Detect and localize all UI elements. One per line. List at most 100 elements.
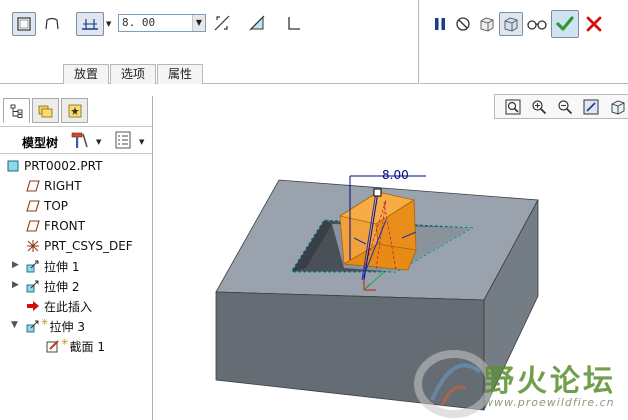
tree-item-label: TOP xyxy=(44,199,69,213)
repaint-button[interactable] xyxy=(581,97,601,117)
tree-item-csys[interactable]: PRT_CSYS_DEF xyxy=(26,237,133,255)
dashboard-tabs: 放置 选项 属性 xyxy=(63,64,204,84)
tools-hammer-icon xyxy=(71,132,88,148)
tree-item-label: 在此插入 xyxy=(44,299,93,314)
glasses-icon xyxy=(527,20,547,30)
refit-icon xyxy=(505,99,521,115)
collapse-toggle-icon[interactable]: ▼ xyxy=(11,320,18,330)
zoom-out-button[interactable] xyxy=(555,97,575,117)
dashboard-main-area: ▼ 8. 00 ▼ 放置 选项 属性 xyxy=(0,0,419,84)
watermark-title: 野火论坛 xyxy=(484,364,616,399)
tab-properties[interactable]: 属性 xyxy=(157,64,204,84)
navigator-tabs xyxy=(3,98,90,124)
extrude-dashboard: ▼ 8. 00 ▼ 放置 选项 属性 xyxy=(0,0,628,86)
depth-dimension-label[interactable]: 8.00 xyxy=(382,168,409,182)
pause-button[interactable] xyxy=(428,12,452,36)
tree-settings-dropdown-icon[interactable]: ▼ xyxy=(96,138,101,146)
tab-options[interactable]: 选项 xyxy=(110,64,157,84)
no-preview-icon xyxy=(456,17,470,31)
tab-model-tree[interactable] xyxy=(3,98,30,123)
tree-item-label: 拉伸 2 xyxy=(44,279,80,294)
model-tree-header: 模型树 ▼ ▼ xyxy=(0,126,152,154)
depth-value-combo[interactable]: 8. 00 ▼ xyxy=(118,14,206,32)
flip-direction-button[interactable] xyxy=(210,11,234,35)
tree-item-top-plane[interactable]: TOP xyxy=(26,197,68,215)
pause-icon xyxy=(435,18,445,30)
tree-item-extrude-1[interactable]: 拉伸 1 xyxy=(26,257,79,275)
expand-toggle-icon[interactable]: ▶ xyxy=(12,280,19,290)
watermark-url: www.proewildfire.cn xyxy=(484,396,615,409)
blind-depth-icon xyxy=(82,19,98,30)
tree-item-extrude-3[interactable]: ✳ 拉伸 3 xyxy=(26,317,85,335)
base-block-front-face xyxy=(215,291,485,411)
repaint-icon xyxy=(583,99,599,115)
tree-item-label: 拉伸 1 xyxy=(44,259,80,274)
tab-favorites[interactable] xyxy=(61,98,88,123)
active-feature-star-icon: ✳ xyxy=(41,318,49,328)
dynamic-preview-button[interactable] xyxy=(499,12,523,36)
tree-item-right-plane[interactable]: RIGHT xyxy=(26,177,82,195)
tree-settings-button[interactable] xyxy=(70,131,90,152)
graphics-window[interactable]: 8.00 野火论坛 www.proewildfire.cn xyxy=(154,120,628,420)
model-tree-icon xyxy=(10,104,22,118)
shaded-cube-icon xyxy=(611,100,625,115)
tree-item-label: PRT_CSYS_DEF xyxy=(44,239,133,253)
navigator-panel: 模型树 ▼ ▼ PRT0002.PRT RIGHT TOP FRONT PRT_… xyxy=(0,96,153,420)
tree-item-label: PRT0002.PRT xyxy=(24,159,103,173)
zoom-out-icon xyxy=(558,100,573,115)
no-preview-button[interactable] xyxy=(451,12,475,36)
tab-folder-browser[interactable] xyxy=(32,98,59,123)
shading-button[interactable] xyxy=(607,97,627,117)
part-icon xyxy=(6,159,20,173)
remove-material-button[interactable] xyxy=(245,11,269,35)
tab-placement[interactable]: 放置 xyxy=(63,64,110,84)
tree-item-extrude-2[interactable]: 拉伸 2 xyxy=(26,277,79,295)
extrude-icon xyxy=(26,319,40,333)
tree-show-button[interactable] xyxy=(115,131,131,152)
extrude-icon xyxy=(26,259,40,273)
active-feature-star-icon: ✳ xyxy=(61,338,69,348)
list-view-icon xyxy=(115,131,131,149)
extrude-icon xyxy=(26,279,40,293)
favorites-icon xyxy=(68,104,81,117)
view-toolbar xyxy=(494,94,628,119)
depth-value-input[interactable]: 8. 00 xyxy=(122,16,155,29)
depth-combo-dropdown-icon[interactable]: ▼ xyxy=(192,15,205,31)
model-tree-title: 模型树 xyxy=(22,136,59,150)
tree-item-front-plane[interactable]: FRONT xyxy=(26,217,85,235)
datum-plane-icon xyxy=(26,179,40,193)
tree-item-label: 截面 1 xyxy=(69,339,105,354)
verify-mode-button[interactable] xyxy=(524,12,550,36)
datum-plane-icon xyxy=(26,199,40,213)
depth-option-dropdown-icon[interactable]: ▼ xyxy=(106,20,111,28)
red-x-icon xyxy=(586,16,602,32)
tree-item-label: FRONT xyxy=(44,219,85,233)
flip-direction-icon xyxy=(214,15,230,31)
depth-option-button[interactable] xyxy=(76,12,104,36)
tree-item-label: 拉伸 3 xyxy=(49,319,85,334)
tree-item-part[interactable]: PRT0002.PRT xyxy=(6,157,102,175)
surface-icon xyxy=(45,17,59,30)
apply-ok-button[interactable] xyxy=(551,10,579,38)
dynamic-preview-icon xyxy=(504,17,518,32)
thicken-sketch-button[interactable] xyxy=(282,11,306,35)
csys-icon xyxy=(26,239,40,253)
insert-here-arrow-icon xyxy=(26,299,40,313)
tree-item-insert-here[interactable]: 在此插入 xyxy=(26,297,92,315)
solid-icon xyxy=(17,17,31,31)
folder-browser-icon xyxy=(38,105,52,117)
zoom-in-button[interactable] xyxy=(529,97,549,117)
refit-button[interactable] xyxy=(503,97,523,117)
expand-toggle-icon[interactable]: ▶ xyxy=(12,260,19,270)
extrude-solid-button[interactable] xyxy=(12,12,36,36)
green-check-icon xyxy=(556,16,574,31)
preview-box-icon xyxy=(480,17,494,32)
attached-preview-button[interactable] xyxy=(475,12,499,36)
tree-show-dropdown-icon[interactable]: ▼ xyxy=(139,138,144,146)
datum-plane-icon xyxy=(26,219,40,233)
depth-drag-handle[interactable] xyxy=(373,188,382,197)
cancel-button[interactable] xyxy=(582,12,606,36)
extrude-surface-button[interactable] xyxy=(40,12,64,36)
tree-item-section-1[interactable]: ✳ 截面 1 xyxy=(46,337,105,355)
dashboard-controls xyxy=(420,0,628,84)
